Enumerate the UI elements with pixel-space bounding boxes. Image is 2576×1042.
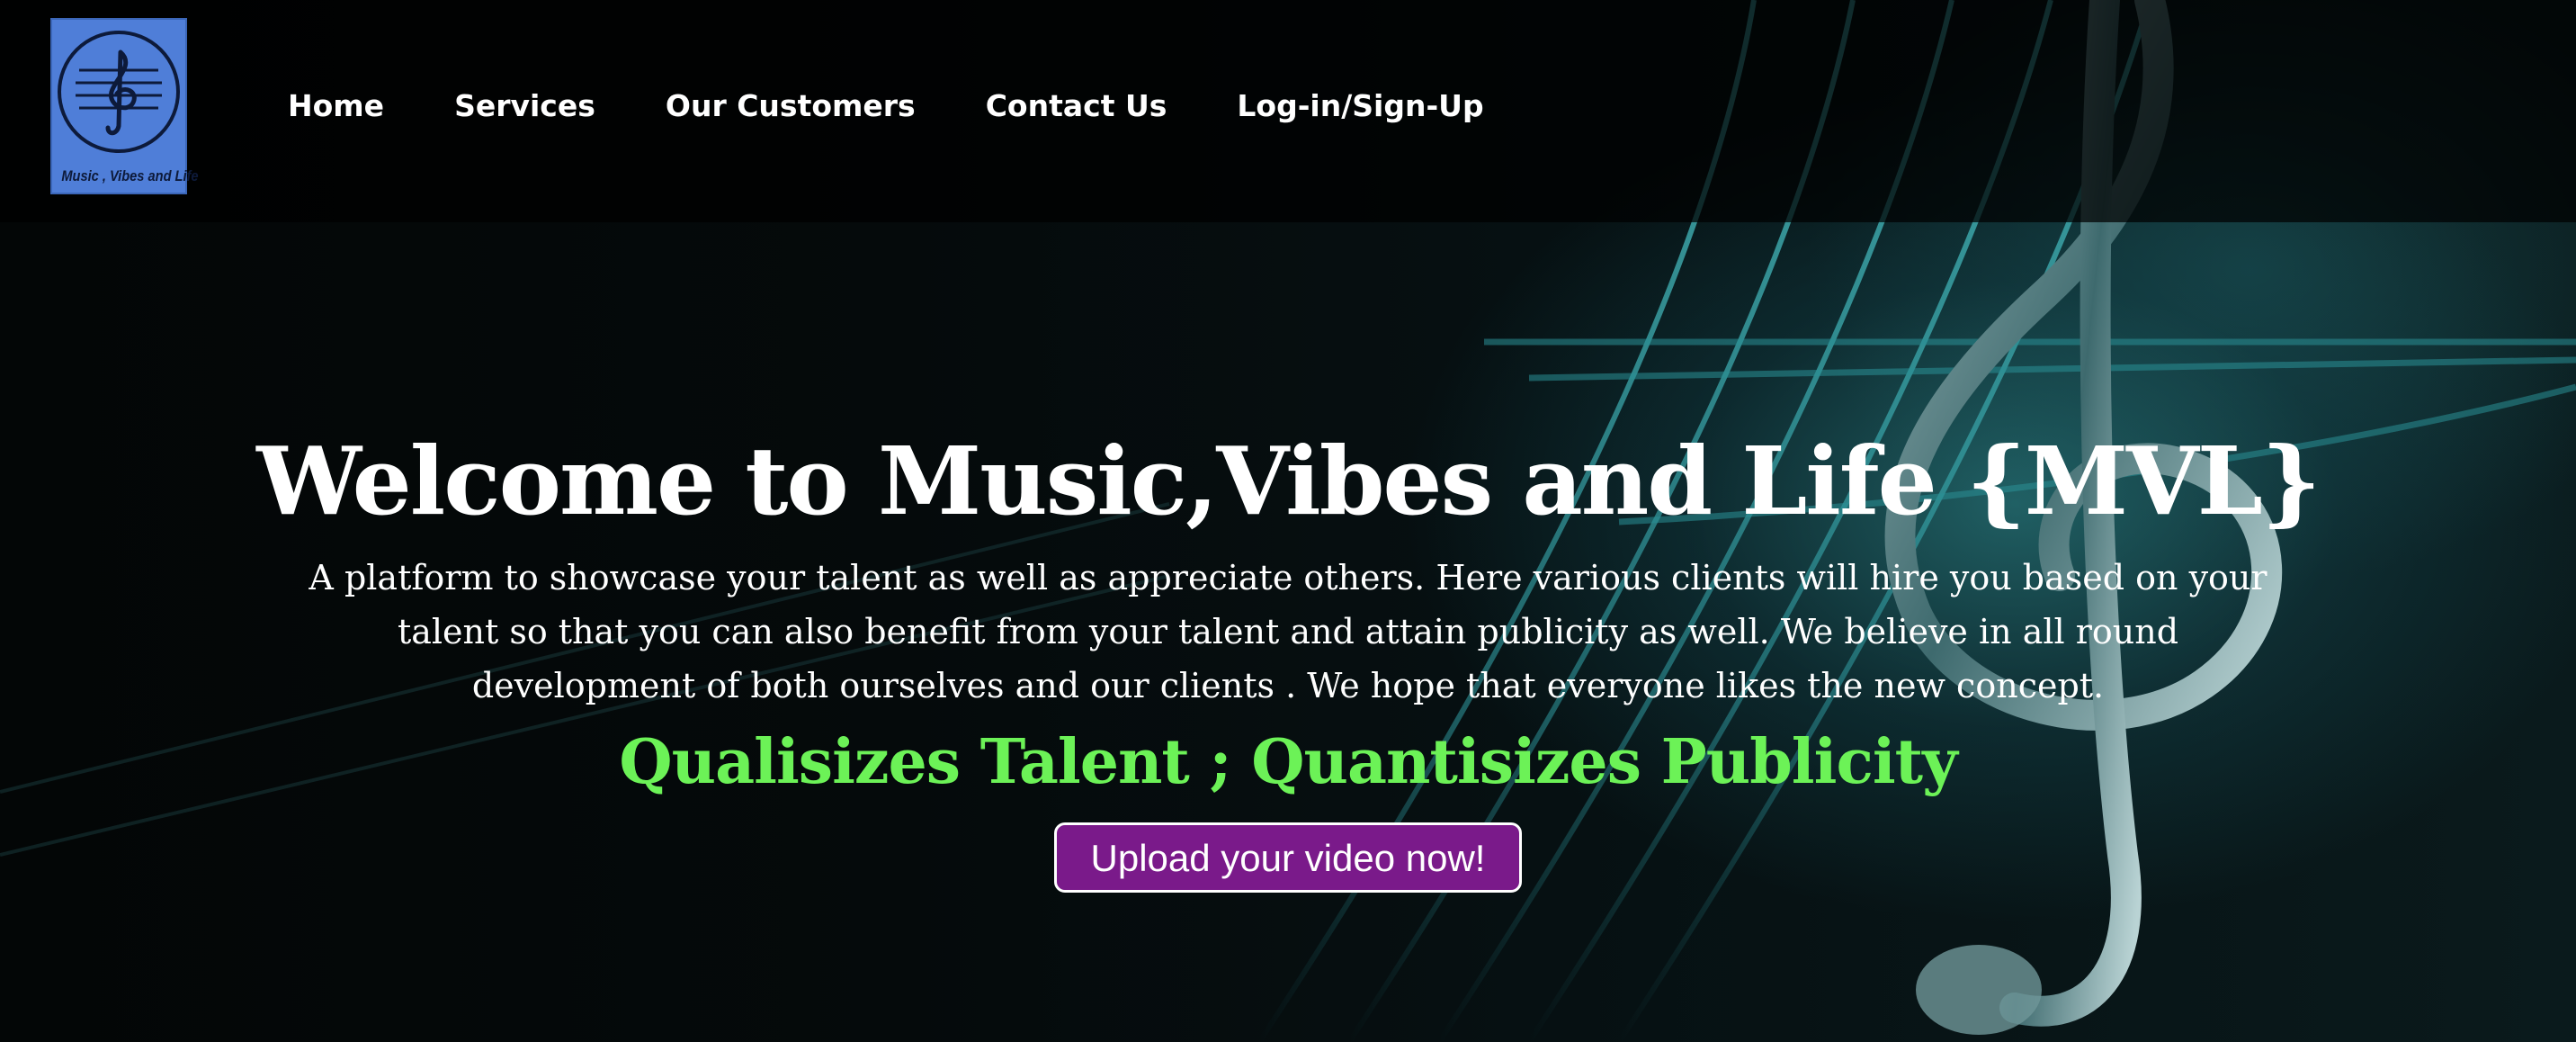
hero-title: Welcome to Music,Vibes and Life {MVL}: [256, 426, 2321, 536]
hero-section: Welcome to Music,Vibes and Life {MVL} A …: [0, 423, 2576, 893]
hero-description: A platform to showcase your talent as we…: [309, 558, 2267, 705]
logo-text: Music , Vibes and Life: [61, 167, 199, 184]
main-nav: Home Services Our Customers Contact Us L…: [288, 85, 1554, 127]
site-logo[interactable]: Music , Vibes and Life: [50, 18, 199, 194]
nav-item-contact-us[interactable]: Contact Us: [986, 85, 1167, 127]
hero-tagline: Qualisizes Talent ; Quantisizes Publicit…: [619, 726, 1957, 798]
nav-item-our-customers[interactable]: Our Customers: [666, 85, 916, 127]
nav-item-services[interactable]: Services: [454, 85, 595, 127]
nav-item-login-signup[interactable]: Log-in/Sign-Up: [1237, 85, 1483, 127]
upload-video-button[interactable]: Upload your video now!: [1053, 822, 1523, 893]
nav-item-home[interactable]: Home: [288, 85, 384, 127]
